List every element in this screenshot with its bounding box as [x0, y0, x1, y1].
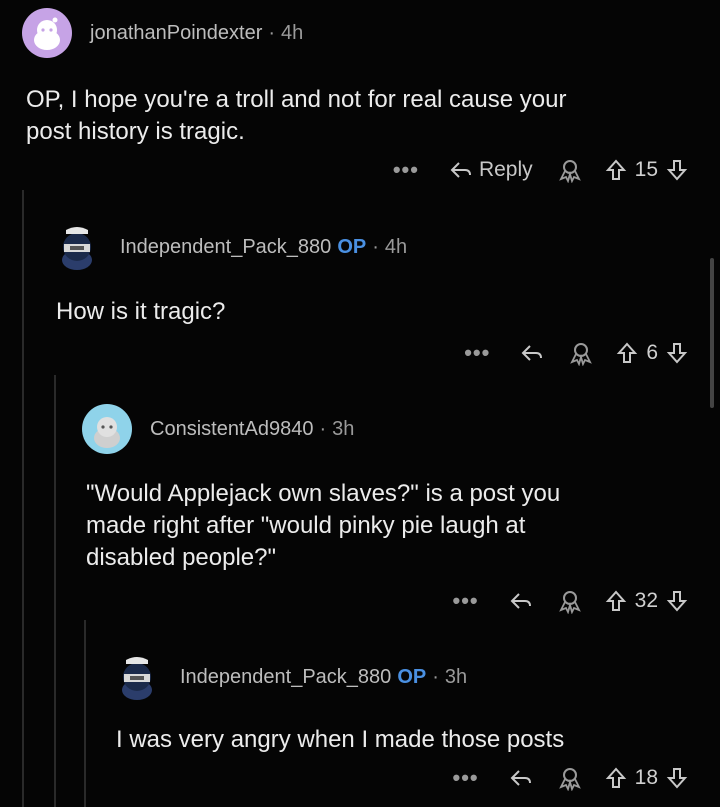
comment-header: jonathanPoindexter · 4h	[22, 8, 303, 58]
thread-line-3[interactable]	[84, 620, 86, 807]
more-icon[interactable]: •••	[453, 765, 479, 791]
more-icon[interactable]: •••	[464, 340, 490, 366]
downvote-icon[interactable]	[666, 158, 688, 182]
comment-actions: ••• 32	[453, 588, 688, 614]
comment-line: made right after "would pinky pie laugh …	[86, 512, 526, 539]
reply-button[interactable]	[509, 768, 533, 788]
separator: ·	[372, 235, 379, 258]
more-icon[interactable]: •••	[393, 157, 419, 183]
vote-group: 32	[605, 589, 688, 613]
comment-body: I was very angry when I made those posts	[116, 724, 564, 756]
separator: ·	[432, 665, 439, 688]
comment-body: "Would Applejack own slaves?" is a post …	[86, 478, 560, 574]
snoo-avatar-icon	[62, 227, 92, 270]
timestamp: 3h	[332, 417, 355, 440]
comment-line: "Would Applejack own slaves?" is a post …	[86, 480, 561, 507]
timestamp: 4h	[384, 235, 408, 258]
reply-arrow-icon	[510, 770, 531, 786]
timestamp: 3h	[444, 665, 468, 688]
snoo-avatar-icon	[94, 417, 120, 448]
upvote-icon[interactable]	[605, 158, 627, 182]
avatar[interactable]	[22, 8, 72, 58]
reply-label: Reply	[478, 158, 533, 181]
scrollbar[interactable]	[710, 258, 714, 408]
award-icon	[558, 160, 581, 183]
op-badge: OP	[337, 235, 367, 258]
reply-arrow-icon	[450, 162, 471, 178]
award-icon	[558, 768, 581, 791]
award-icon	[570, 343, 593, 366]
reply-arrow-icon	[510, 593, 531, 609]
vote-count: 15	[634, 158, 658, 181]
downvote-icon[interactable]	[666, 589, 688, 613]
upvote-icon[interactable]	[616, 341, 638, 365]
comment-header: ConsistentAd9840 · 3h	[82, 404, 354, 454]
comment-actions: ••• Reply 15	[393, 157, 688, 183]
thread-line-1[interactable]	[22, 190, 24, 807]
comment-line: How is it tragic?	[56, 298, 226, 325]
vote-group: 15	[605, 158, 688, 182]
reply-button[interactable]: Reply	[449, 158, 533, 182]
comment-body: How is it tragic?	[56, 296, 225, 328]
comment-line: post history is tragic.	[26, 118, 245, 145]
upvote-icon[interactable]	[605, 589, 627, 613]
downvote-icon[interactable]	[666, 341, 688, 365]
username[interactable]: Independent_Pack_880	[180, 666, 391, 689]
reply-arrow-icon	[521, 345, 543, 361]
comment-header: Independent_Pack_880 OP · 3h	[112, 652, 467, 702]
username[interactable]: Independent_Pack_880	[120, 236, 331, 259]
separator: ·	[319, 417, 327, 440]
more-icon[interactable]: •••	[453, 588, 479, 614]
reply-button[interactable]	[520, 343, 544, 363]
thread-line-2[interactable]	[54, 375, 56, 807]
comment-body: OP, I hope you're a troll and not for re…	[26, 84, 566, 148]
vote-count: 6	[646, 341, 658, 364]
separator: ·	[268, 21, 276, 44]
snoo-avatar-icon	[122, 657, 152, 700]
comment-line: OP, I hope you're a troll and not for re…	[26, 86, 567, 113]
op-badge: OP	[397, 665, 427, 688]
avatar[interactable]	[52, 222, 102, 272]
award-icon	[558, 591, 581, 614]
comment-actions: ••• 6	[464, 340, 688, 366]
comment-line: disabled people?"	[86, 544, 277, 571]
downvote-icon[interactable]	[666, 766, 688, 790]
snoo-avatar-icon	[34, 17, 60, 50]
award-button[interactable]	[557, 588, 583, 614]
comment-actions: ••• 18	[453, 765, 688, 791]
avatar[interactable]	[112, 652, 162, 702]
vote-group: 18	[605, 766, 688, 790]
vote-count: 32	[634, 589, 658, 612]
award-button[interactable]	[568, 340, 594, 366]
comment-header: Independent_Pack_880 OP · 4h	[52, 222, 407, 272]
award-button[interactable]	[557, 765, 583, 791]
avatar[interactable]	[82, 404, 132, 454]
vote-group: 6	[616, 341, 688, 365]
upvote-icon[interactable]	[605, 766, 627, 790]
timestamp: 4h	[281, 21, 304, 44]
username[interactable]: ConsistentAd9840	[150, 418, 313, 441]
vote-count: 18	[634, 766, 658, 789]
reply-button[interactable]	[509, 591, 533, 611]
comment-line: I was very angry when I made those posts	[116, 726, 565, 753]
username[interactable]: jonathanPoindexter	[90, 22, 262, 45]
award-button[interactable]	[557, 157, 583, 183]
